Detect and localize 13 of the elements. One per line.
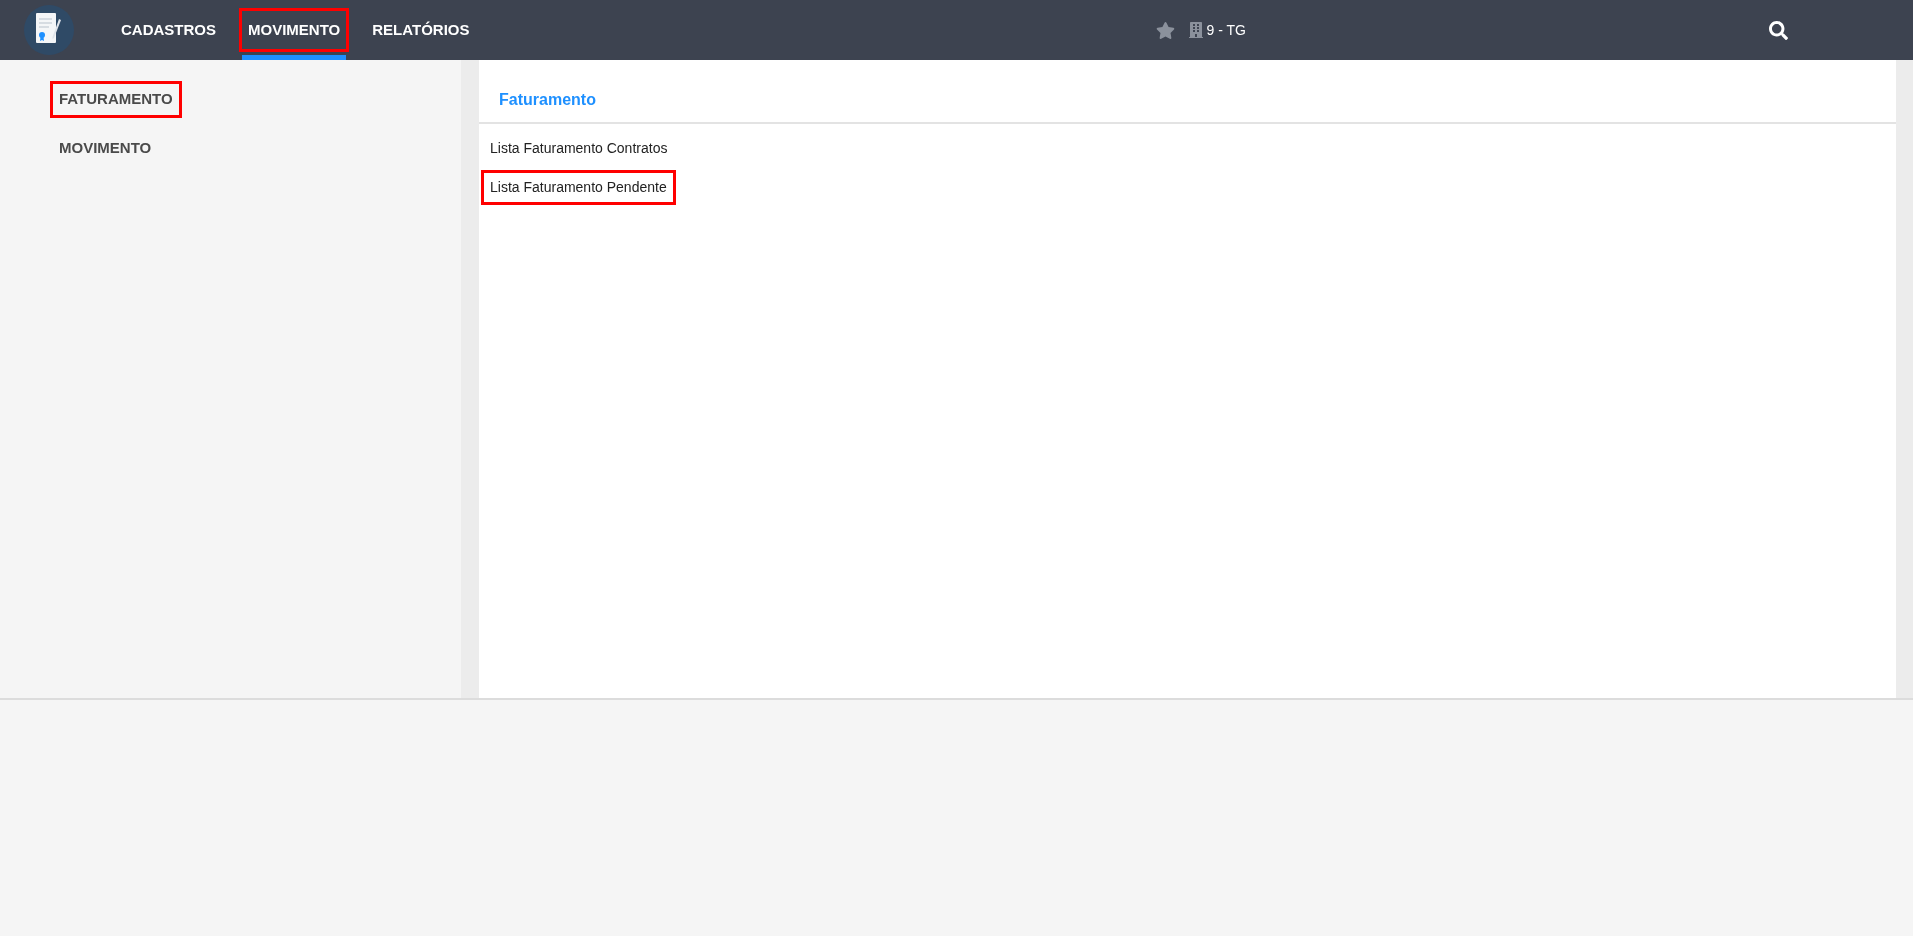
search-icon[interactable]	[1768, 20, 1788, 40]
building-icon	[1189, 21, 1204, 39]
section-title: Faturamento	[499, 90, 597, 110]
list-link[interactable]: Lista Faturamento Pendente	[484, 173, 673, 202]
nav-tab[interactable]: CADASTROS	[112, 7, 225, 53]
star-icon[interactable]	[1156, 20, 1176, 40]
list-link[interactable]: Lista Faturamento Contratos	[484, 134, 674, 163]
nav-tab[interactable]: MOVIMENTO	[239, 7, 350, 53]
sidebar-item[interactable]: FATURAMENTO	[53, 84, 179, 115]
document-logo-icon[interactable]	[24, 5, 74, 55]
sidebar-item[interactable]: MOVIMENTO	[53, 132, 158, 163]
company-label[interactable]: 9 - TG	[1206, 19, 1246, 41]
nav-tab[interactable]: RELATÓRIOS	[363, 7, 479, 53]
